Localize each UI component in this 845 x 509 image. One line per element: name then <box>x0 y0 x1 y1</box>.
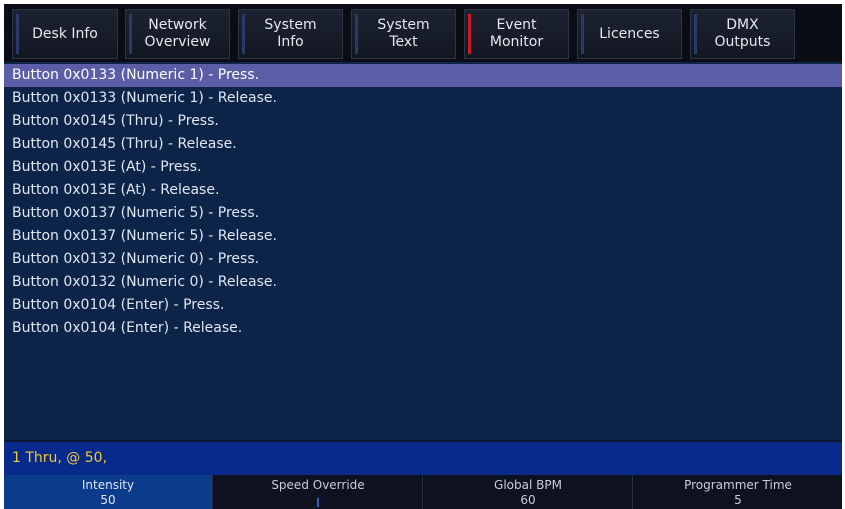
tab-label: System Info <box>264 17 317 50</box>
encoder-value: 5 <box>734 493 742 507</box>
event-row[interactable]: Button 0x0137 (Numeric 5) - Press. <box>4 202 842 225</box>
event-row[interactable]: Button 0x0132 (Numeric 0) - Press. <box>4 248 842 271</box>
event-row[interactable]: Button 0x0104 (Enter) - Press. <box>4 294 842 317</box>
tab-desk-info[interactable]: Desk Info <box>12 9 118 59</box>
encoder-indicator <box>317 498 319 507</box>
encoder-bar: Intensity 50 Speed Override Global BPM 6… <box>4 475 842 509</box>
tab-accent <box>468 14 471 54</box>
encoder-label: Global BPM <box>494 478 562 492</box>
tab-accent <box>242 14 245 54</box>
event-row[interactable]: Button 0x0145 (Thru) - Press. <box>4 110 842 133</box>
tab-system-text[interactable]: System Text <box>351 9 456 59</box>
tab-label: Event Monitor <box>489 17 544 50</box>
tab-accent <box>694 14 697 54</box>
tab-system-info[interactable]: System Info <box>238 9 343 59</box>
tab-accent <box>129 14 132 54</box>
command-line[interactable]: 1 Thru, @ 50, <box>4 440 842 475</box>
event-row[interactable]: Button 0x0132 (Numeric 0) - Release. <box>4 271 842 294</box>
tab-dmx-outputs[interactable]: DMX Outputs <box>690 9 795 59</box>
tab-label: Desk Info <box>32 25 98 42</box>
tab-bar: Desk Info Network Overview System Info S… <box>4 4 842 62</box>
event-monitor-screen: Desk Info Network Overview System Info S… <box>4 4 842 509</box>
event-row[interactable]: Button 0x0133 (Numeric 1) - Press. <box>4 64 842 87</box>
event-row[interactable]: Button 0x013E (At) - Press. <box>4 156 842 179</box>
event-row[interactable]: Button 0x0145 (Thru) - Release. <box>4 133 842 156</box>
tab-label: Licences <box>599 25 660 42</box>
tab-accent <box>16 14 19 54</box>
tab-licences[interactable]: Licences <box>577 9 682 59</box>
encoder-speed-override[interactable]: Speed Override <box>214 475 423 509</box>
event-row[interactable]: Button 0x0104 (Enter) - Release. <box>4 317 842 340</box>
encoder-label: Programmer Time <box>684 478 792 492</box>
tab-label: System Text <box>377 17 430 50</box>
tab-accent <box>581 14 584 54</box>
tab-label: DMX Outputs <box>714 17 771 50</box>
tab-network-overview[interactable]: Network Overview <box>125 9 230 59</box>
tab-event-monitor[interactable]: Event Monitor <box>464 9 569 59</box>
event-row[interactable]: Button 0x0133 (Numeric 1) - Release. <box>4 87 842 110</box>
encoder-intensity[interactable]: Intensity 50 <box>4 475 213 509</box>
encoder-value: 60 <box>520 493 536 507</box>
event-row[interactable]: Button 0x013E (At) - Release. <box>4 179 842 202</box>
encoder-label: Speed Override <box>271 478 365 492</box>
event-row[interactable]: Button 0x0137 (Numeric 5) - Release. <box>4 225 842 248</box>
encoder-label: Intensity <box>81 478 135 492</box>
event-list[interactable]: Button 0x0133 (Numeric 1) - Press. Butto… <box>4 62 842 440</box>
tab-label: Network Overview <box>144 17 211 50</box>
tab-accent <box>355 14 358 54</box>
encoder-programmer-time[interactable]: Programmer Time 5 <box>634 475 842 509</box>
encoder-global-bpm[interactable]: Global BPM 60 <box>424 475 633 509</box>
encoder-value: 50 <box>100 493 116 507</box>
